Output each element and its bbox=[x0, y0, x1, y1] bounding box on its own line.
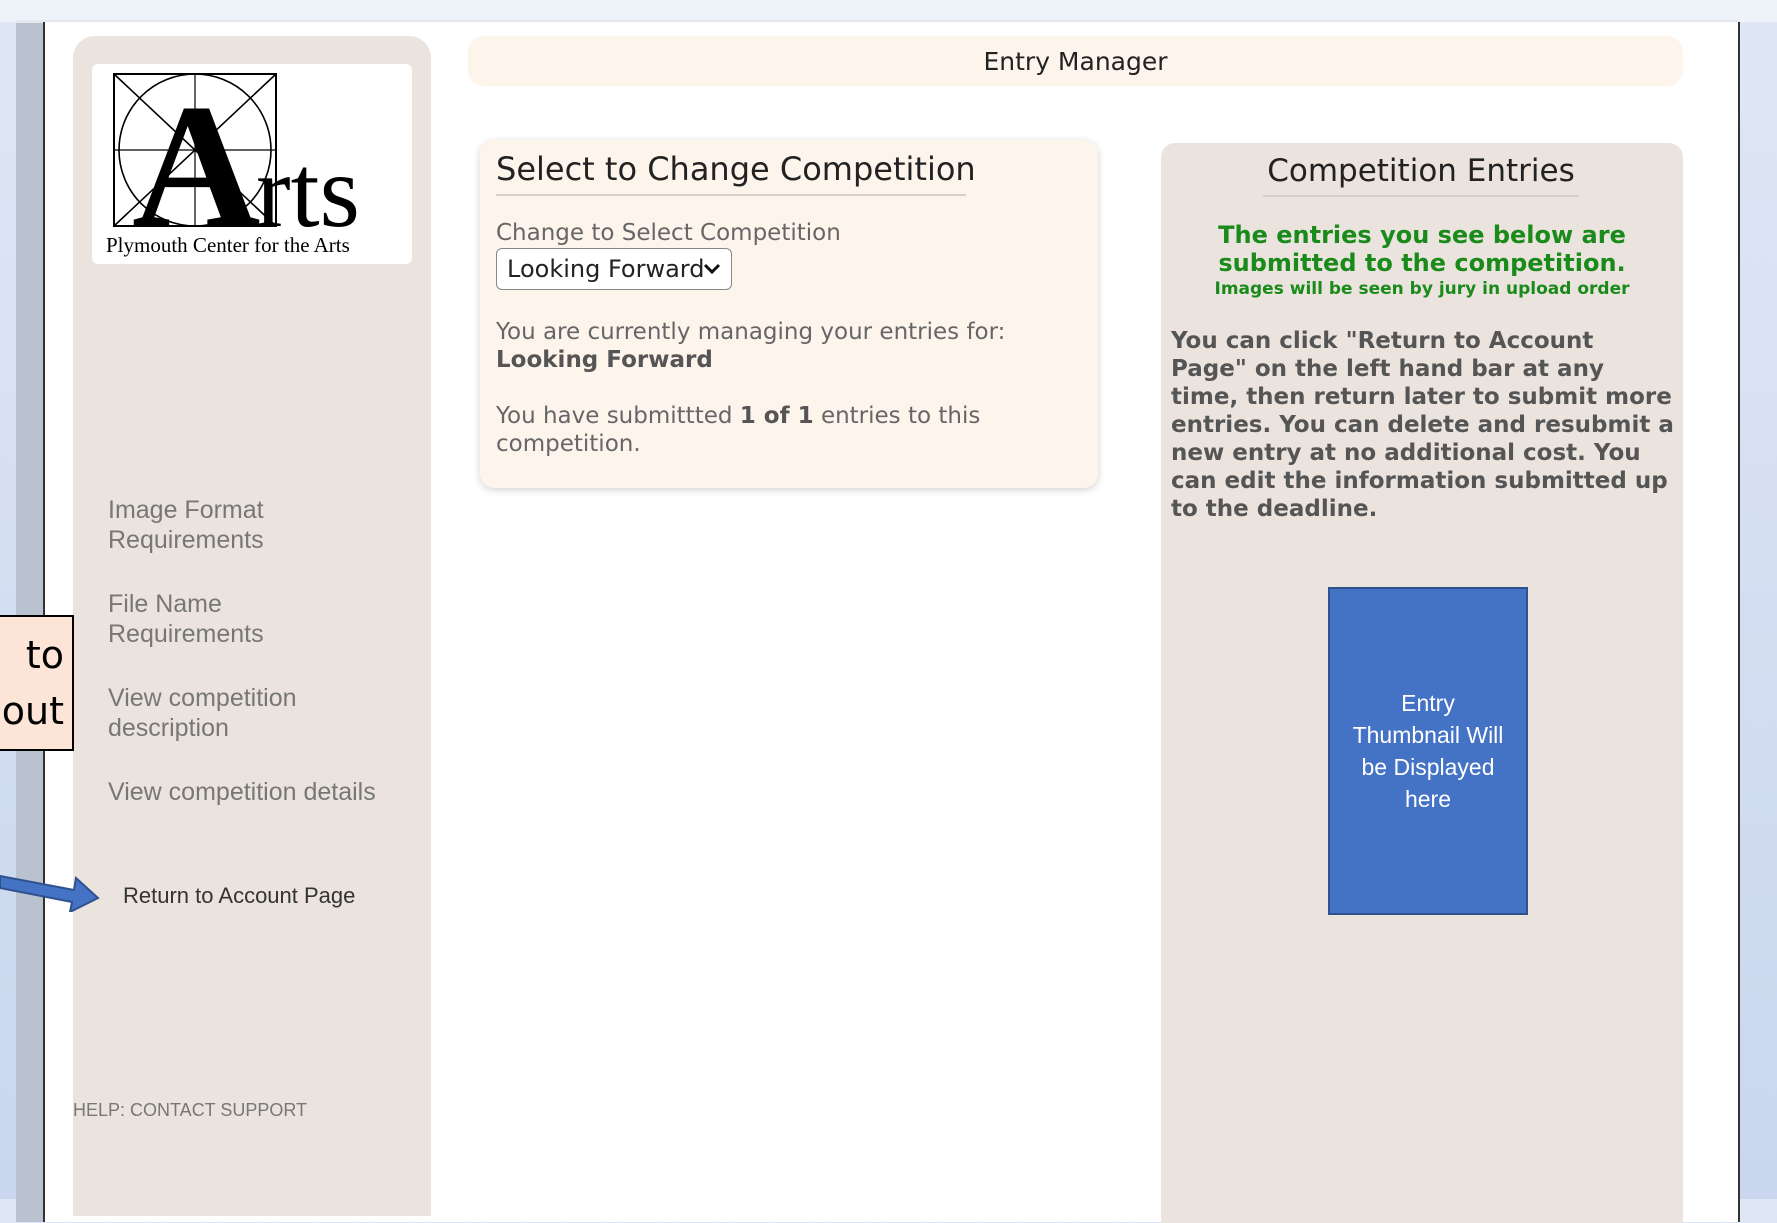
managing-text: You are currently managing your entries … bbox=[496, 319, 1006, 345]
managing-competition-name: Looking Forward bbox=[496, 347, 713, 373]
callout-text-line-1: to bbox=[25, 633, 64, 677]
annotation-callout: to out bbox=[0, 615, 74, 751]
card-title: Select to Change Competition bbox=[496, 150, 976, 196]
selected-option: Looking Forward bbox=[507, 255, 705, 283]
sidebar-link-competition-description[interactable]: View competition description bbox=[108, 683, 368, 743]
page-title: Entry Manager bbox=[468, 36, 1683, 86]
svg-text:rts: rts bbox=[256, 134, 360, 249]
entries-instructions: You can click "Return to Account Page" o… bbox=[1171, 328, 1674, 522]
sidebar-link-file-name[interactable]: File Name Requirements bbox=[108, 589, 368, 649]
slide-background-top bbox=[0, 0, 1777, 22]
competition-select[interactable]: Looking Forward bbox=[496, 248, 732, 290]
svg-text:A: A bbox=[132, 68, 261, 260]
annotation-arrow-icon bbox=[0, 874, 100, 912]
jury-order-notice: Images will be seen by jury in upload or… bbox=[1214, 279, 1630, 299]
submitted-info: You have submittted 1 of 1 entries to th… bbox=[496, 402, 1086, 458]
sidebar-link-image-format[interactable]: Image Format Requirements bbox=[108, 495, 368, 555]
managing-info: You are currently managing your entries … bbox=[496, 318, 1086, 374]
svg-text:Plymouth Center for the Arts: Plymouth Center for the Arts bbox=[106, 233, 350, 257]
help-contact-support-link[interactable]: HELP: CONTACT SUPPORT bbox=[73, 1100, 307, 1121]
select-field-label: Change to Select Competition bbox=[496, 220, 841, 246]
submitted-prefix: You have submittted bbox=[496, 403, 733, 429]
competition-entries-panel: Competition Entries The entries you see … bbox=[1161, 143, 1683, 1223]
chevron-down-icon bbox=[703, 263, 721, 275]
entries-notice: The entries you see below are submitted … bbox=[1218, 221, 1626, 277]
submitted-count: 1 of 1 bbox=[739, 403, 814, 429]
entry-thumbnail[interactable]: Entry Thumbnail Will be Displayed here bbox=[1328, 587, 1528, 915]
arts-logo-icon: A rts Plymouth Center for the Arts bbox=[106, 68, 360, 260]
sidebar-link-competition-details[interactable]: View competition details bbox=[108, 777, 376, 807]
select-competition-card: Select to Change Competition Change to S… bbox=[480, 140, 1098, 488]
entries-title: Competition Entries bbox=[1263, 153, 1579, 197]
return-to-account-link[interactable]: Return to Account Page bbox=[123, 883, 355, 909]
logo: A rts Plymouth Center for the Arts bbox=[92, 64, 412, 264]
callout-text-line-2: out bbox=[1, 689, 64, 733]
